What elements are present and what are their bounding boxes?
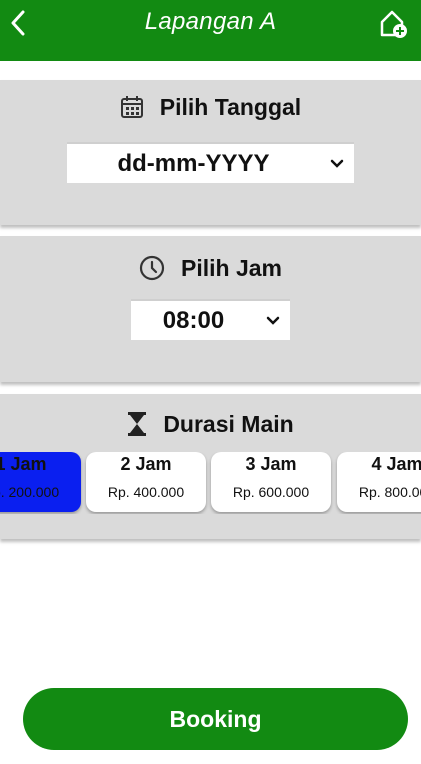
chevron-down-icon xyxy=(256,316,290,326)
duration-option-label: 3 Jam xyxy=(245,454,297,474)
page-title: Lapangan A xyxy=(144,8,277,35)
date-card-label: Pilih Tanggal xyxy=(159,93,302,120)
time-card-label: Pilih Jam xyxy=(181,254,282,281)
time-select-value: 08:00 xyxy=(162,306,225,334)
date-select[interactable]: dd-mm-YYYY xyxy=(67,142,354,183)
duration-options: 1 Jam Rp. 200.000 2 Jam Rp. 400.000 3 Ja… xyxy=(0,452,421,514)
duration-option-1[interactable]: 1 Jam Rp. 200.000 xyxy=(0,452,81,512)
duration-option-label: 1 Jam xyxy=(0,454,47,474)
home-add-button[interactable] xyxy=(379,8,409,40)
duration-card: Durasi Main 1 Jam Rp. 200.000 2 Jam Rp. … xyxy=(0,394,421,539)
chevron-down-icon xyxy=(320,159,354,169)
duration-option-4[interactable]: 4 Jam Rp. 800.000 xyxy=(337,452,421,512)
duration-option-price: Rp. 800.000 xyxy=(358,484,421,500)
duration-option-price: Rp. 400.000 xyxy=(107,484,185,500)
duration-card-label: Durasi Main xyxy=(163,410,294,437)
duration-option-label: 4 Jam xyxy=(371,454,421,474)
app-header: Lapangan A xyxy=(0,0,421,61)
duration-card-title: Durasi Main xyxy=(0,409,421,439)
duration-option-label: 2 Jam xyxy=(120,454,172,474)
duration-option-price: Rp. 200.000 xyxy=(0,484,60,500)
booking-button[interactable]: Booking xyxy=(23,688,408,750)
home-add-icon xyxy=(380,10,407,38)
time-card-title: Pilih Jam xyxy=(0,253,421,283)
time-card: Pilih Jam 08:00 xyxy=(0,236,421,382)
date-card-title: Pilih Tanggal xyxy=(0,92,421,122)
duration-option-price: Rp. 600.000 xyxy=(232,484,310,500)
calendar-icon xyxy=(120,95,144,119)
clock-icon xyxy=(139,255,165,281)
date-card: Pilih Tanggal dd-mm-YYYY xyxy=(0,80,421,225)
hourglass-icon xyxy=(127,411,147,437)
date-select-value: dd-mm-YYYY xyxy=(117,149,270,177)
duration-option-3[interactable]: 3 Jam Rp. 600.000 xyxy=(211,452,331,512)
duration-option-2[interactable]: 2 Jam Rp. 400.000 xyxy=(86,452,206,512)
time-select[interactable]: 08:00 xyxy=(131,299,290,340)
